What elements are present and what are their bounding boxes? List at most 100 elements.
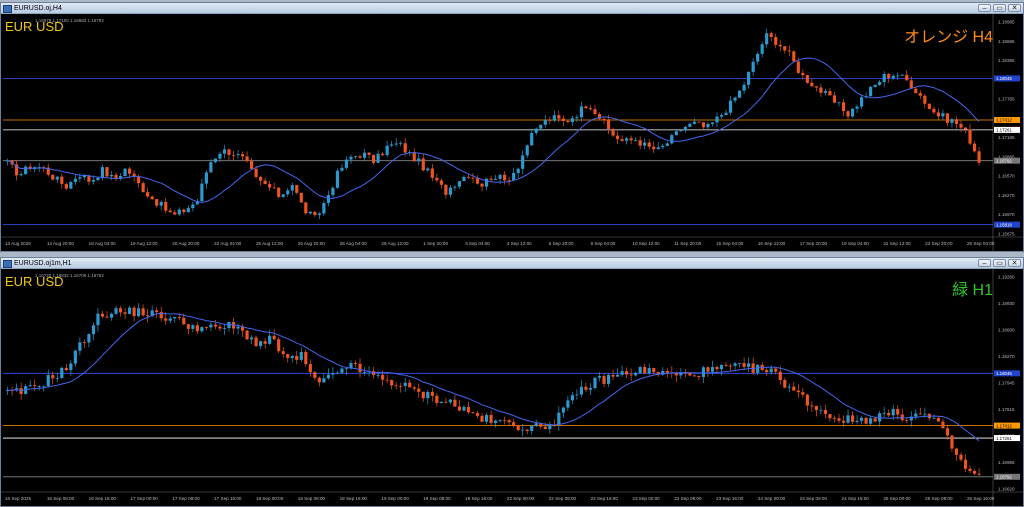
ohlc-readout: 1.16979 1.17100 1.16683 1.16792 (35, 18, 104, 23)
chart-window-h4[interactable]: EURUSD.oj,H4 – ▭ ✕ 1.18965 1.18665 1.18365… (0, 2, 1024, 252)
candle-body (882, 74, 886, 82)
candle-body (137, 176, 141, 184)
candle-body (146, 315, 150, 317)
maximize-button[interactable]: ▭ (993, 259, 1006, 267)
candle-body (421, 391, 425, 399)
minimize-button[interactable]: – (978, 4, 991, 12)
candle-body (873, 418, 877, 422)
candle-body (91, 179, 96, 182)
time-tick-label: 18 Aug 04:00 (89, 241, 117, 246)
candle-body (277, 339, 281, 352)
price-chart[interactable]: 1.189651.186651.183651.180651.177651.174… (1, 14, 1023, 251)
price-tick-label: 1.16955 (998, 460, 1015, 465)
candle-body (819, 409, 823, 411)
candle-body (498, 419, 502, 421)
candle-body (566, 120, 570, 122)
candle-body (810, 82, 814, 87)
candle-body (118, 308, 123, 313)
candle-body (344, 159, 349, 168)
candle-body (783, 46, 787, 51)
time-tick-label: 25 Sep 00:00 (883, 496, 911, 501)
candle-body (760, 44, 764, 54)
candle-body (313, 211, 317, 216)
price-tick-label: 1.18930 (998, 301, 1015, 306)
candle-body (308, 364, 312, 373)
candle-body (326, 195, 330, 203)
price-tick-label: 1.17165 (998, 135, 1015, 140)
candle-body (471, 177, 475, 179)
candle-body (543, 120, 547, 125)
candle-body (69, 363, 73, 371)
candle-body (218, 153, 222, 159)
candle-body (304, 202, 308, 214)
candle-body (304, 351, 308, 365)
candle-body (353, 363, 358, 364)
candle-body (204, 172, 208, 184)
price-tick-label: 1.17945 (998, 381, 1015, 386)
candle-body (186, 208, 190, 213)
time-tick-label: 28 Aug 04:00 (340, 241, 368, 246)
candle-body (69, 181, 73, 189)
candle-body (480, 415, 484, 422)
time-tick-label: 19 Sep 16:00 (465, 496, 493, 501)
candle-body (150, 196, 154, 200)
time-tick-label: 25 Aug 12:00 (256, 241, 284, 246)
candle-body (132, 307, 136, 317)
candle-body (679, 130, 683, 132)
candle-body (869, 86, 873, 97)
candle-body (231, 154, 236, 156)
candle-body (209, 162, 213, 173)
candle-body (286, 190, 290, 195)
candle-body (295, 185, 299, 193)
candle-body (159, 201, 163, 206)
price-tag-label: 1.17412 (996, 423, 1012, 428)
time-tick-label: 18 Sep 00:00 (256, 496, 284, 501)
candle-body (972, 470, 977, 474)
candle-body (674, 131, 678, 136)
chart-window-h1[interactable]: EURUSD.oj1m,H1 – ▭ ✕ 1.19260 1.18930 1.186… (0, 257, 1024, 507)
candle-body (579, 386, 584, 395)
chart-window-icon (3, 260, 12, 268)
time-tick-label: 13 Aug 2025 (5, 241, 31, 246)
candle-body (584, 106, 588, 109)
candle-body (774, 37, 778, 45)
candle-body (923, 95, 927, 104)
candle-body (236, 154, 240, 156)
candle-body (692, 121, 696, 124)
time-tick-label: 24 Sep 00:00 (758, 496, 786, 501)
candle-body (634, 140, 638, 142)
minimize-button[interactable]: – (978, 259, 991, 267)
candle-body (494, 420, 498, 423)
candle-body (968, 129, 972, 144)
candle-body (954, 448, 959, 455)
candle-body (408, 382, 412, 388)
window-titlebar[interactable]: EURUSD.oj1m,H1 – ▭ ✕ (1, 258, 1023, 269)
candle-body (186, 324, 190, 329)
candle-body (128, 307, 132, 314)
candle-body (643, 367, 647, 374)
candle-body (439, 180, 443, 185)
time-tick-label: 16 Sep 12:00 (758, 241, 786, 246)
candle-body (945, 428, 950, 436)
candle-body (155, 199, 159, 206)
candle-body (525, 429, 529, 431)
candle-body (742, 84, 746, 91)
candle-body (349, 156, 353, 160)
candle-body (250, 161, 254, 169)
price-chart[interactable]: 1.19260 1.18930 1.18600 1.18270 1.17945 1.176… (1, 269, 1023, 506)
candle-body (620, 139, 624, 141)
candle-body (616, 135, 620, 140)
close-button[interactable]: ✕ (1008, 4, 1021, 12)
candle-body (399, 143, 403, 145)
close-button[interactable]: ✕ (1008, 259, 1021, 267)
window-titlebar[interactable]: EURUSD.oj,H4 – ▭ ✕ (1, 3, 1023, 14)
candle-body (394, 385, 398, 387)
candle-body (55, 176, 59, 180)
maximize-button[interactable]: ▭ (993, 4, 1006, 12)
candle-body (557, 115, 561, 119)
candle-body (819, 87, 823, 93)
candle-body (182, 209, 186, 213)
candle-body (204, 327, 208, 328)
candle-body (665, 143, 669, 146)
candle-body (950, 435, 954, 449)
